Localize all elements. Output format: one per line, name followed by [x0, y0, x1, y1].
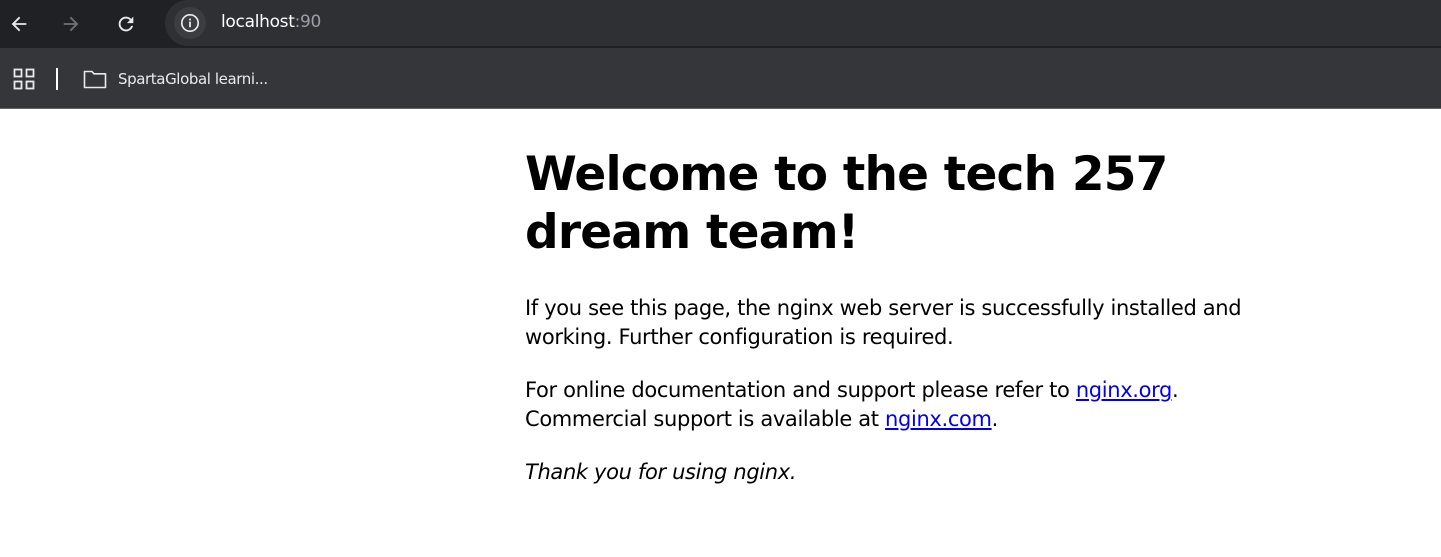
apps-button[interactable] [8, 63, 40, 95]
toolbar-separator [0, 108, 1441, 109]
page-content: Welcome to the tech 257 dream team! If y… [525, 110, 1325, 487]
arrow-right-icon [63, 16, 79, 32]
forward-button[interactable] [53, 6, 89, 42]
url-port: :90 [294, 12, 322, 32]
bookmark-folder-spartaglobal[interactable]: SpartaGlobal learni... [78, 63, 268, 95]
commercial-text: Commercial support is available at [525, 407, 886, 431]
thank-you-text: Thank you for using nginx. [525, 460, 797, 484]
browser-toolbar: localhost:90 [0, 0, 1441, 48]
support-text: For online documentation and support ple… [525, 378, 1076, 402]
reload-button[interactable] [108, 6, 144, 42]
info-circle-icon [180, 13, 200, 33]
support-period: . [1172, 378, 1179, 402]
arrow-left-icon [11, 16, 27, 32]
nginx-com-link[interactable]: nginx.com [885, 407, 992, 431]
bookmarks-divider [56, 68, 58, 90]
nginx-org-link[interactable]: nginx.org [1076, 378, 1173, 402]
support-paragraph: For online documentation and support ple… [525, 376, 1305, 434]
bookmark-label: SpartaGlobal learni... [118, 70, 268, 88]
reload-icon [118, 16, 134, 32]
url-host: localhost [221, 12, 295, 32]
back-button[interactable] [1, 6, 37, 42]
site-info-button[interactable] [174, 7, 206, 39]
page-title: Welcome to the tech 257 dream team! [525, 147, 1168, 260]
grid-icon [13, 68, 35, 90]
folder-icon [83, 70, 107, 89]
commercial-period: . [991, 407, 999, 431]
bookmarks-bar: SpartaGlobal learni... [0, 48, 1441, 109]
url-text[interactable]: localhost:90 [221, 11, 321, 33]
intro-paragraph: If you see this page, the nginx web serv… [525, 296, 1242, 349]
address-bar[interactable]: localhost:90 [165, 0, 1441, 46]
